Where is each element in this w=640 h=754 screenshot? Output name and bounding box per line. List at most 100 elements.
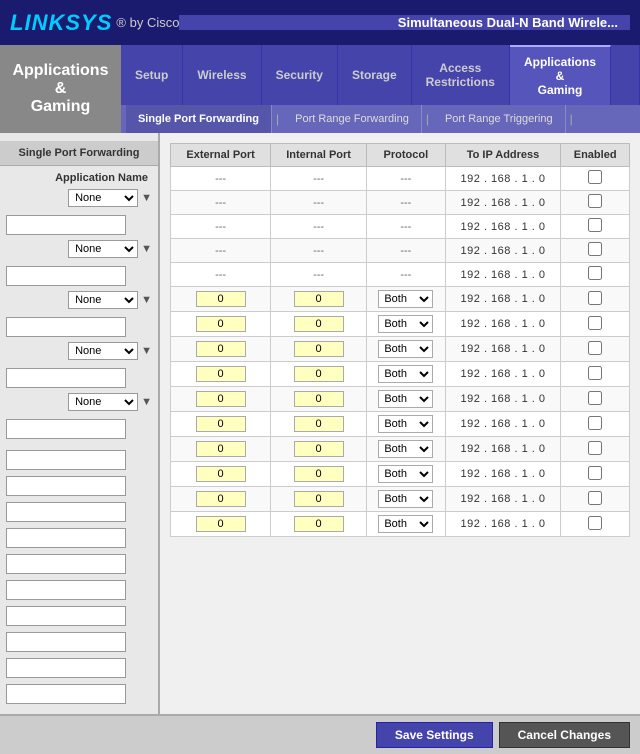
proto-select[interactable]: BothTCPUDP bbox=[378, 515, 433, 533]
ext-port-input[interactable] bbox=[196, 491, 246, 507]
int-port-cell[interactable] bbox=[271, 337, 367, 362]
proto-select[interactable]: BothTCPUDP bbox=[378, 415, 433, 433]
ext-port-cell[interactable] bbox=[171, 487, 271, 512]
proto-cell[interactable]: BothTCPUDP bbox=[366, 412, 445, 437]
ext-port-cell[interactable] bbox=[171, 437, 271, 462]
sidebar-input-5[interactable] bbox=[6, 419, 126, 439]
sidebar-select-2[interactable]: NoneHTTP bbox=[68, 240, 138, 258]
sidebar-input-6[interactable] bbox=[6, 450, 126, 470]
enabled-checkbox[interactable] bbox=[588, 441, 602, 455]
ext-port-cell[interactable] bbox=[171, 337, 271, 362]
enabled-checkbox[interactable] bbox=[588, 391, 602, 405]
enabled-checkbox[interactable] bbox=[588, 516, 602, 530]
proto-select[interactable]: BothTCPUDP bbox=[378, 290, 433, 308]
ext-port-input[interactable] bbox=[196, 416, 246, 432]
int-port-cell[interactable] bbox=[271, 462, 367, 487]
enabled-checkbox[interactable] bbox=[588, 491, 602, 505]
sidebar-input-15[interactable] bbox=[6, 684, 126, 704]
tab-applications-gaming[interactable]: Applications &Gaming bbox=[510, 45, 611, 105]
ext-port-input[interactable] bbox=[196, 316, 246, 332]
sidebar-input-3[interactable] bbox=[6, 317, 126, 337]
int-port-cell[interactable] bbox=[271, 437, 367, 462]
tab-storage[interactable]: Storage bbox=[338, 45, 412, 105]
sidebar-select-5[interactable]: None bbox=[68, 393, 138, 411]
int-port-cell[interactable] bbox=[271, 387, 367, 412]
proto-select[interactable]: BothTCPUDP bbox=[378, 390, 433, 408]
proto-cell[interactable]: BothTCPUDP bbox=[366, 487, 445, 512]
sidebar-input-11[interactable] bbox=[6, 580, 126, 600]
enabled-checkbox[interactable] bbox=[588, 416, 602, 430]
int-port-cell[interactable] bbox=[271, 362, 367, 387]
enabled-checkbox[interactable] bbox=[588, 194, 602, 208]
proto-cell[interactable]: BothTCPUDP bbox=[366, 362, 445, 387]
sidebar-input-1[interactable] bbox=[6, 215, 126, 235]
int-port-cell[interactable] bbox=[271, 412, 367, 437]
enabled-checkbox[interactable] bbox=[588, 170, 602, 184]
ext-port-input[interactable] bbox=[196, 341, 246, 357]
int-port-cell[interactable] bbox=[271, 312, 367, 337]
sub-nav-port-range[interactable]: Port Range Forwarding bbox=[283, 105, 422, 133]
ext-port-input[interactable] bbox=[196, 291, 246, 307]
sidebar-input-7[interactable] bbox=[6, 476, 126, 496]
enabled-checkbox[interactable] bbox=[588, 291, 602, 305]
sidebar-select-3[interactable]: None bbox=[68, 291, 138, 309]
ext-port-cell[interactable] bbox=[171, 362, 271, 387]
int-port-input[interactable] bbox=[294, 391, 344, 407]
enabled-checkbox[interactable] bbox=[588, 466, 602, 480]
ext-port-input[interactable] bbox=[196, 516, 246, 532]
proto-cell[interactable]: BothTCPUDP bbox=[366, 287, 445, 312]
sidebar-input-4[interactable] bbox=[6, 368, 126, 388]
ext-port-input[interactable] bbox=[196, 466, 246, 482]
proto-select[interactable]: BothTCPUDP bbox=[378, 340, 433, 358]
proto-cell[interactable]: BothTCPUDP bbox=[366, 437, 445, 462]
tab-extra[interactable] bbox=[611, 45, 640, 105]
int-port-input[interactable] bbox=[294, 416, 344, 432]
sidebar-input-10[interactable] bbox=[6, 554, 126, 574]
tab-access-restrictions[interactable]: AccessRestrictions bbox=[412, 45, 510, 105]
enabled-checkbox[interactable] bbox=[588, 242, 602, 256]
sidebar-select-4[interactable]: None bbox=[68, 342, 138, 360]
int-port-input[interactable] bbox=[294, 341, 344, 357]
int-port-cell[interactable] bbox=[271, 512, 367, 537]
ext-port-cell[interactable] bbox=[171, 287, 271, 312]
sidebar-input-9[interactable] bbox=[6, 528, 126, 548]
ext-port-input[interactable] bbox=[196, 391, 246, 407]
int-port-input[interactable] bbox=[294, 366, 344, 382]
int-port-input[interactable] bbox=[294, 491, 344, 507]
proto-cell[interactable]: BothTCPUDP bbox=[366, 312, 445, 337]
ext-port-cell[interactable] bbox=[171, 312, 271, 337]
sub-nav-port-trigger[interactable]: Port Range Triggering bbox=[433, 105, 566, 133]
ext-port-cell[interactable] bbox=[171, 462, 271, 487]
sidebar-input-13[interactable] bbox=[6, 632, 126, 652]
proto-select[interactable]: BothTCPUDP bbox=[378, 490, 433, 508]
proto-cell[interactable]: BothTCPUDP bbox=[366, 387, 445, 412]
int-port-input[interactable] bbox=[294, 441, 344, 457]
int-port-cell[interactable] bbox=[271, 487, 367, 512]
int-port-input[interactable] bbox=[294, 316, 344, 332]
proto-select[interactable]: BothTCPUDP bbox=[378, 440, 433, 458]
ext-port-cell[interactable] bbox=[171, 512, 271, 537]
proto-cell[interactable]: BothTCPUDP bbox=[366, 337, 445, 362]
save-button[interactable]: Save Settings bbox=[376, 722, 493, 748]
sidebar-input-14[interactable] bbox=[6, 658, 126, 678]
enabled-checkbox[interactable] bbox=[588, 366, 602, 380]
int-port-cell[interactable] bbox=[271, 287, 367, 312]
int-port-input[interactable] bbox=[294, 466, 344, 482]
enabled-checkbox[interactable] bbox=[588, 316, 602, 330]
int-port-input[interactable] bbox=[294, 291, 344, 307]
ext-port-input[interactable] bbox=[196, 366, 246, 382]
proto-select[interactable]: BothTCPUDP bbox=[378, 365, 433, 383]
proto-cell[interactable]: BothTCPUDP bbox=[366, 462, 445, 487]
enabled-checkbox[interactable] bbox=[588, 341, 602, 355]
int-port-input[interactable] bbox=[294, 516, 344, 532]
sub-nav-single-port[interactable]: Single Port Forwarding bbox=[126, 105, 272, 133]
sidebar-input-12[interactable] bbox=[6, 606, 126, 626]
sidebar-input-2[interactable] bbox=[6, 266, 126, 286]
sidebar-input-8[interactable] bbox=[6, 502, 126, 522]
ext-port-input[interactable] bbox=[196, 441, 246, 457]
proto-cell[interactable]: BothTCPUDP bbox=[366, 512, 445, 537]
proto-select[interactable]: BothTCPUDP bbox=[378, 465, 433, 483]
tab-security[interactable]: Security bbox=[262, 45, 338, 105]
cancel-button[interactable]: Cancel Changes bbox=[499, 722, 630, 748]
sidebar-select-1[interactable]: NoneHTTPFTP bbox=[68, 189, 138, 207]
